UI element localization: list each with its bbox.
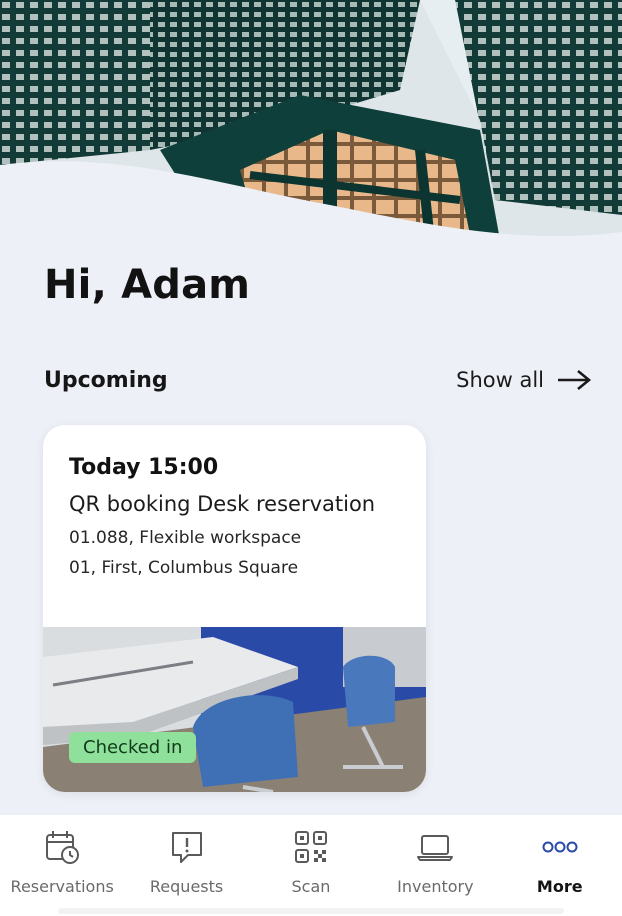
- reservation-location: 01.088, Flexible workspace: [69, 528, 302, 548]
- show-all-label: Show all: [456, 368, 544, 392]
- nav-inventory[interactable]: Inventory: [373, 825, 497, 896]
- reservation-building: 01, First, Columbus Square: [69, 558, 299, 578]
- nav-scan[interactable]: Scan: [249, 825, 373, 896]
- nav-label: Scan: [291, 877, 331, 896]
- reservation-details: Today 15:00 QR booking Desk reservation …: [43, 425, 426, 627]
- reservation-title: QR booking Desk reservation: [69, 492, 376, 516]
- qr-code-icon: [292, 825, 330, 869]
- hero-building-image: [0, 0, 622, 250]
- reservation-card[interactable]: Today 15:00 QR booking Desk reservation …: [43, 425, 426, 792]
- arrow-right-icon: [556, 368, 592, 392]
- bottom-navigation: Reservations Requests Scan Inventory Mor…: [0, 815, 622, 916]
- show-all-link[interactable]: Show all: [456, 368, 592, 392]
- reservation-time: Today 15:00: [69, 455, 219, 480]
- home-indicator: [58, 908, 564, 914]
- status-badge: Checked in: [69, 732, 197, 763]
- nav-reservations[interactable]: Reservations: [0, 825, 124, 896]
- upcoming-title: Upcoming: [44, 367, 168, 393]
- workspace-photo: Checked in: [43, 627, 426, 792]
- calendar-clock-icon: [43, 825, 81, 869]
- more-dots-icon: [540, 825, 580, 869]
- nav-label: Inventory: [397, 877, 474, 896]
- nav-requests[interactable]: Requests: [125, 825, 249, 896]
- nav-label: More: [536, 877, 583, 896]
- nav-label: Requests: [149, 877, 224, 896]
- laptop-icon: [415, 825, 455, 869]
- nav-label: Reservations: [10, 877, 114, 896]
- upcoming-header: Upcoming Show all: [44, 362, 592, 398]
- nav-more[interactable]: More: [498, 825, 622, 896]
- greeting-title: Hi, Adam: [44, 262, 251, 308]
- home-screen: Hi, Adam Upcoming Show all Today 15:00 Q…: [0, 0, 622, 916]
- alert-message-icon: [168, 825, 206, 869]
